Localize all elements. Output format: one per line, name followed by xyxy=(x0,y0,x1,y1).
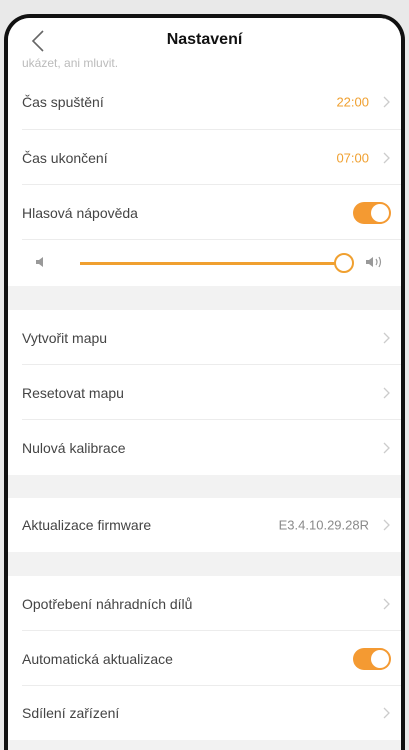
chevron-right-icon xyxy=(383,96,390,108)
zero-calibration-row[interactable]: Nulová kalibrace xyxy=(8,420,401,475)
page-title: Nastavení xyxy=(166,31,243,48)
volume-high-icon xyxy=(366,256,382,268)
end-time-label: Čas ukončení xyxy=(22,149,108,166)
volume-fill xyxy=(80,262,344,265)
volume-slider[interactable] xyxy=(80,253,354,273)
clipped-text: ukázet, ani mluvit. xyxy=(22,58,119,70)
reset-map-row[interactable]: Resetovat mapu xyxy=(8,365,401,420)
auto-update-row: Automatická aktualizace xyxy=(8,631,401,686)
start-time-row[interactable]: Čas spuštění 22:00 xyxy=(8,74,401,130)
chevron-right-icon xyxy=(383,332,390,343)
chevron-right-icon xyxy=(383,707,390,719)
chevron-right-icon xyxy=(383,387,390,398)
parts-wear-row[interactable]: Opotřebení náhradních dílů xyxy=(8,576,401,631)
firmware-row[interactable]: Aktualizace firmware E3.4.10.29.28R xyxy=(8,498,401,552)
end-time-value: 07:00 xyxy=(336,150,369,165)
chevron-right-icon xyxy=(383,152,390,163)
chevron-right-icon xyxy=(383,442,390,453)
share-device-label: Sdílení zařízení xyxy=(22,705,120,721)
parts-wear-label: Opotřebení náhradních dílů xyxy=(22,595,193,612)
phone-frame: Nastavení ukázet, ani mluvit. Čas spuště… xyxy=(4,14,405,750)
chevron-right-icon xyxy=(383,519,390,531)
voice-prompt-toggle[interactable] xyxy=(353,201,391,224)
zero-calibration-label: Nulová kalibrace xyxy=(22,439,126,456)
share-device-row[interactable]: Sdílení zařízení xyxy=(8,686,401,740)
chevron-right-icon xyxy=(383,598,390,609)
volume-low-icon xyxy=(36,257,43,267)
voice-prompt-row: Hlasová nápověda xyxy=(8,185,401,240)
auto-update-toggle[interactable] xyxy=(353,647,391,670)
end-time-row[interactable]: Čas ukončení 07:00 xyxy=(8,130,401,185)
volume-slider-thumb[interactable] xyxy=(334,253,354,273)
start-time-value: 22:00 xyxy=(336,94,369,110)
start-time-label: Čas spuštění xyxy=(22,94,104,110)
firmware-label: Aktualizace firmware xyxy=(22,517,152,533)
create-map-label: Vytvořit mapu xyxy=(22,329,108,346)
volume-slider-row xyxy=(8,240,401,286)
auto-update-label: Automatická aktualizace xyxy=(22,650,173,667)
create-map-row[interactable]: Vytvořit mapu xyxy=(8,310,401,365)
voice-prompt-label: Hlasová nápověda xyxy=(22,204,138,221)
firmware-version: E3.4.10.29.28R xyxy=(278,517,369,533)
clipped-description: ukázet, ani mluvit. xyxy=(8,58,401,74)
reset-map-label: Resetovat mapu xyxy=(22,384,124,401)
